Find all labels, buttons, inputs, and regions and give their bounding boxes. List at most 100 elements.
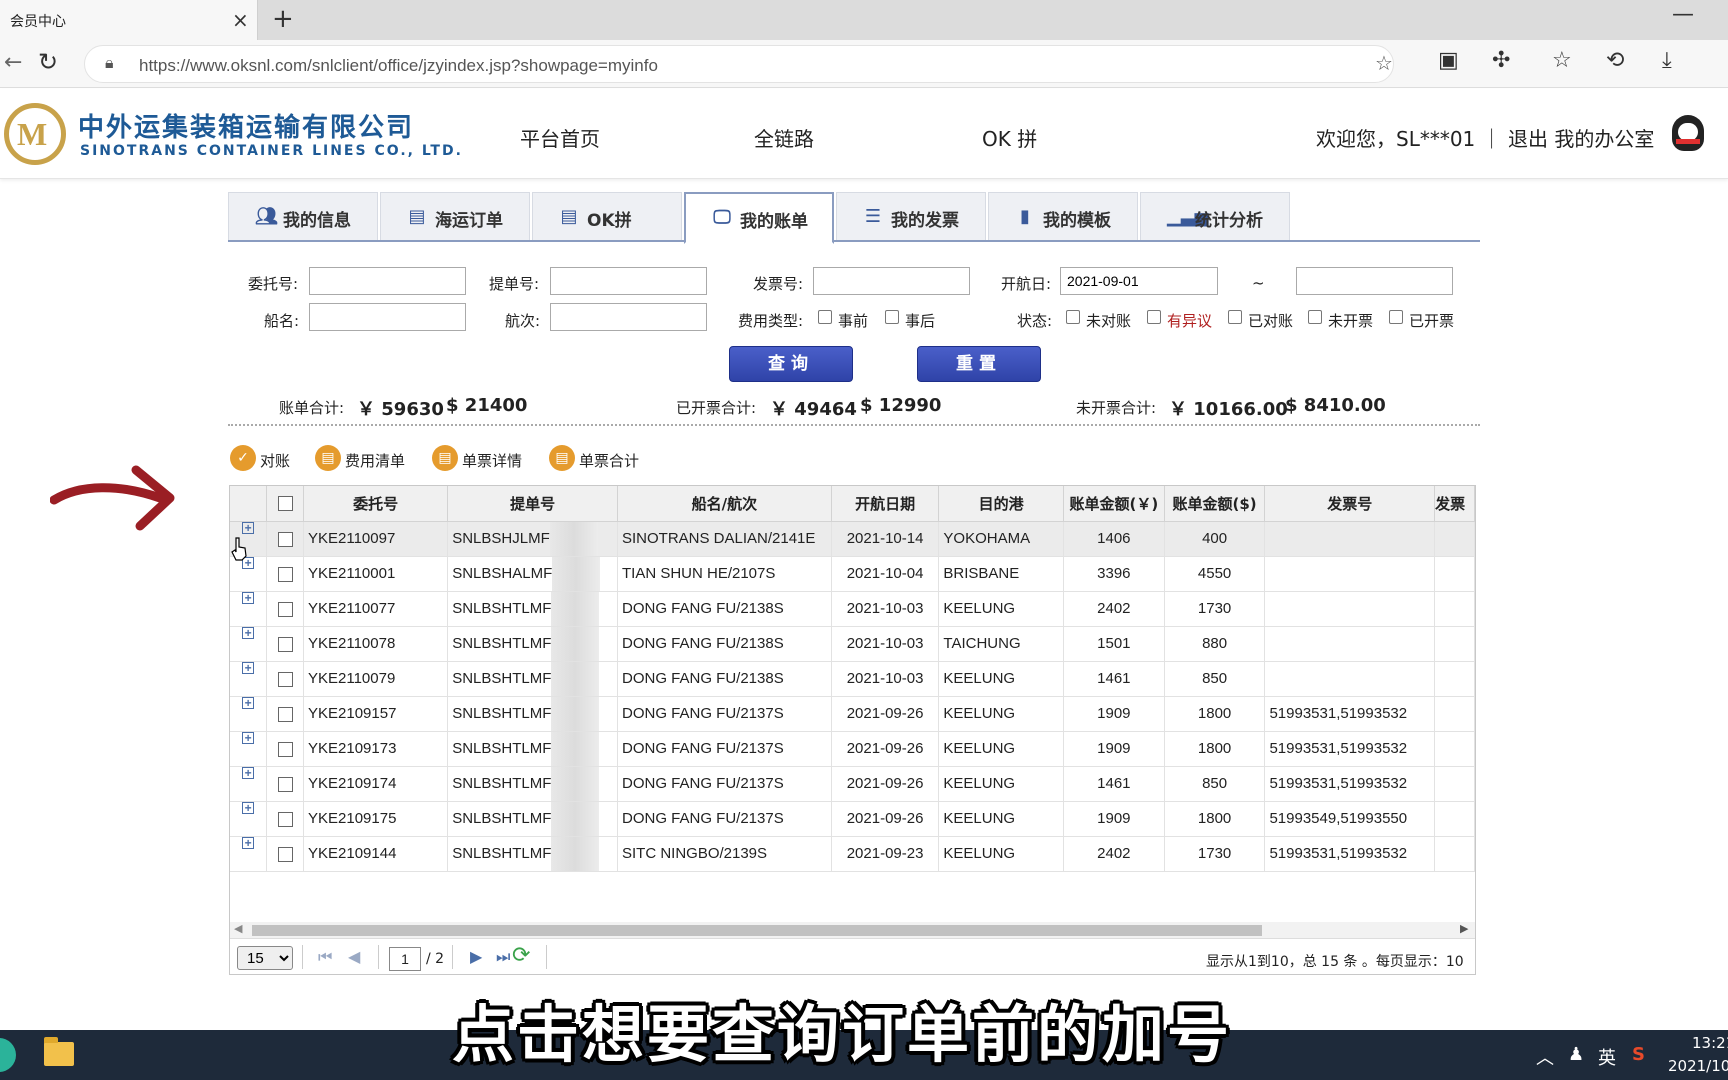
expand-cell[interactable]: + [230, 626, 268, 662]
select-cell[interactable] [266, 521, 304, 557]
expand-plus-icon[interactable]: + [242, 627, 255, 639]
file-explorer-icon[interactable] [44, 1037, 74, 1066]
table-row[interactable]: + YKE2110077 SNLBSHTLMF DONG FANG FU/2138S 2… [230, 591, 1475, 627]
fee-before-checkbox[interactable] [818, 310, 832, 324]
nav-home[interactable]: 平台首页 [520, 123, 600, 152]
expand-plus-icon[interactable]: + [242, 732, 255, 744]
status-not-invoiced-checkbox[interactable] [1308, 310, 1322, 324]
prev-page-icon[interactable]: ◀ [348, 947, 360, 966]
column-header[interactable]: 目的港 [938, 486, 1064, 522]
first-page-icon[interactable]: ⏮ [318, 947, 332, 967]
column-header[interactable]: 提单号 [447, 486, 618, 522]
expand-cell[interactable]: + [230, 591, 268, 627]
expand-cell[interactable]: + [230, 731, 268, 767]
clock-time[interactable]: 13:21 [1692, 1034, 1728, 1052]
select-cell[interactable] [266, 556, 304, 592]
table-row[interactable]: + YKE2109173 SNLBSHTLMF DONG FANG FU/2137S 2… [230, 731, 1475, 767]
query-button[interactable]: 查询 [729, 346, 853, 382]
expand-cell[interactable]: + [230, 696, 268, 732]
tab-my-info[interactable]: 👥︎ 我的信息 [228, 192, 378, 240]
clock-date[interactable]: 2021/10 [1668, 1057, 1728, 1075]
last-page-icon[interactable]: ⏭ [496, 947, 510, 967]
select-all-header[interactable] [266, 486, 304, 522]
column-header[interactable]: 开航日期 [831, 486, 940, 522]
select-cell[interactable] [266, 661, 304, 697]
select-cell[interactable] [266, 836, 304, 872]
back-arrow-icon[interactable]: ← [4, 50, 22, 75]
sogou-icon[interactable]: S [1632, 1044, 1645, 1065]
invoice-no-input[interactable] [813, 267, 970, 295]
select-cell[interactable] [266, 766, 304, 802]
expand-plus-icon[interactable]: + [242, 522, 255, 534]
favorite-add-icon[interactable]: ☆ [1375, 51, 1393, 75]
select-cell[interactable] [266, 591, 304, 627]
status-unreconciled-checkbox[interactable] [1066, 310, 1080, 324]
reset-button[interactable]: 重置 [917, 346, 1041, 382]
table-row[interactable]: + YKE2109144 SNLBSHTLMF SITC NINGBO/2139S 20… [230, 836, 1475, 872]
voyage-input[interactable] [550, 303, 707, 331]
qq-penguin-icon[interactable] [1672, 115, 1704, 151]
column-header[interactable]: 船名/航次 [617, 486, 832, 522]
collections-icon[interactable]: ▣ [1438, 48, 1459, 73]
new-tab-icon[interactable]: + [272, 4, 294, 34]
table-row[interactable]: + YKE2110001 SNLBSHALMF TIAN SHUN HE/2107S 2… [230, 556, 1475, 592]
expand-plus-icon[interactable]: + [242, 697, 255, 709]
table-row[interactable]: + YKE2109174 SNLBSHTLMF DONG FANG FU/2137S 2… [230, 766, 1475, 802]
sail-date-to-input[interactable] [1296, 267, 1453, 295]
nav-full-chain[interactable]: 全链路 [754, 123, 814, 152]
row-checkbox[interactable] [277, 566, 293, 582]
table-row[interactable]: + YKE2110097 SNLBSHJLMF SINOTRANS DALIAN/21… [230, 521, 1475, 557]
row-checkbox[interactable] [277, 706, 293, 722]
vessel-input[interactable] [309, 303, 466, 331]
history-icon[interactable]: ⟲ [1606, 48, 1624, 73]
expand-plus-icon[interactable]: + [242, 662, 255, 674]
row-checkbox[interactable] [277, 811, 293, 827]
favorites-icon[interactable]: ☆ [1552, 48, 1572, 73]
scrollbar-thumb[interactable] [252, 925, 1262, 936]
expand-cell[interactable]: + [230, 766, 268, 802]
row-checkbox[interactable] [277, 636, 293, 652]
tray-expand-icon[interactable]: ︿ [1536, 1044, 1554, 1070]
minimize-icon[interactable]: — [1672, 2, 1694, 27]
select-cell[interactable] [266, 626, 304, 662]
tab-my-templates[interactable]: ▮ 我的模板 [988, 192, 1138, 240]
tab-my-invoices[interactable]: ☰ 我的发票 [836, 192, 986, 240]
expand-plus-icon[interactable]: + [242, 592, 255, 604]
tab-ok-pin[interactable]: ▤ OK拼 [532, 192, 682, 240]
page-number-input[interactable]: 1 [389, 947, 421, 971]
column-header[interactable]: 账单金额($) [1164, 486, 1266, 522]
expand-plus-icon[interactable]: + [242, 802, 255, 814]
download-icon[interactable]: ⤓ [1662, 48, 1672, 73]
status-invoiced-checkbox[interactable] [1389, 310, 1403, 324]
select-cell[interactable] [266, 696, 304, 732]
table-row[interactable]: + YKE2109157 SNLBSHTLMF DONG FANG FU/2137S 2… [230, 696, 1475, 732]
row-checkbox[interactable] [277, 741, 293, 757]
close-tab-icon[interactable]: × [232, 8, 249, 32]
row-checkbox[interactable] [277, 846, 293, 862]
column-header[interactable]: 委托号 [303, 486, 449, 522]
horizontal-scrollbar[interactable]: ◀ ▶ [230, 922, 1475, 938]
table-row[interactable]: + YKE2110079 SNLBSHTLMF DONG FANG FU/2138S 2… [230, 661, 1475, 697]
company-logo-icon[interactable]: M [4, 103, 66, 165]
row-checkbox[interactable] [277, 601, 293, 617]
browser-tab[interactable]: 会员中心 × [0, 0, 258, 40]
tab-my-bills[interactable]: 🖵︎ 我的账单 [684, 192, 834, 244]
row-checkbox[interactable] [277, 531, 293, 547]
sail-date-from-input[interactable] [1060, 267, 1218, 295]
select-all-checkbox[interactable] [277, 496, 293, 512]
extensions-icon[interactable]: ✣ [1492, 48, 1510, 73]
expand-cell[interactable]: + [230, 836, 268, 872]
status-disputed-checkbox[interactable] [1147, 310, 1161, 324]
reload-icon[interactable]: ↻ [38, 48, 58, 76]
scroll-left-icon[interactable]: ◀ [234, 922, 242, 935]
expand-cell[interactable]: + [230, 661, 268, 697]
tab-sea-orders[interactable]: ▤ 海运订单 [380, 192, 530, 240]
column-header[interactable]: 账单金额(￥) [1063, 486, 1165, 522]
row-checkbox[interactable] [277, 776, 293, 792]
tab-statistics[interactable]: ▁▃▅ 统计分析 [1140, 192, 1290, 240]
select-cell[interactable] [266, 731, 304, 767]
expand-cell[interactable]: + [230, 801, 268, 837]
url-text[interactable]: https://www.oksnl.com/snlclient/office/j… [139, 56, 658, 76]
nav-ok-pin[interactable]: OK 拼 [982, 123, 1037, 152]
next-page-icon[interactable]: ▶ [470, 947, 482, 966]
